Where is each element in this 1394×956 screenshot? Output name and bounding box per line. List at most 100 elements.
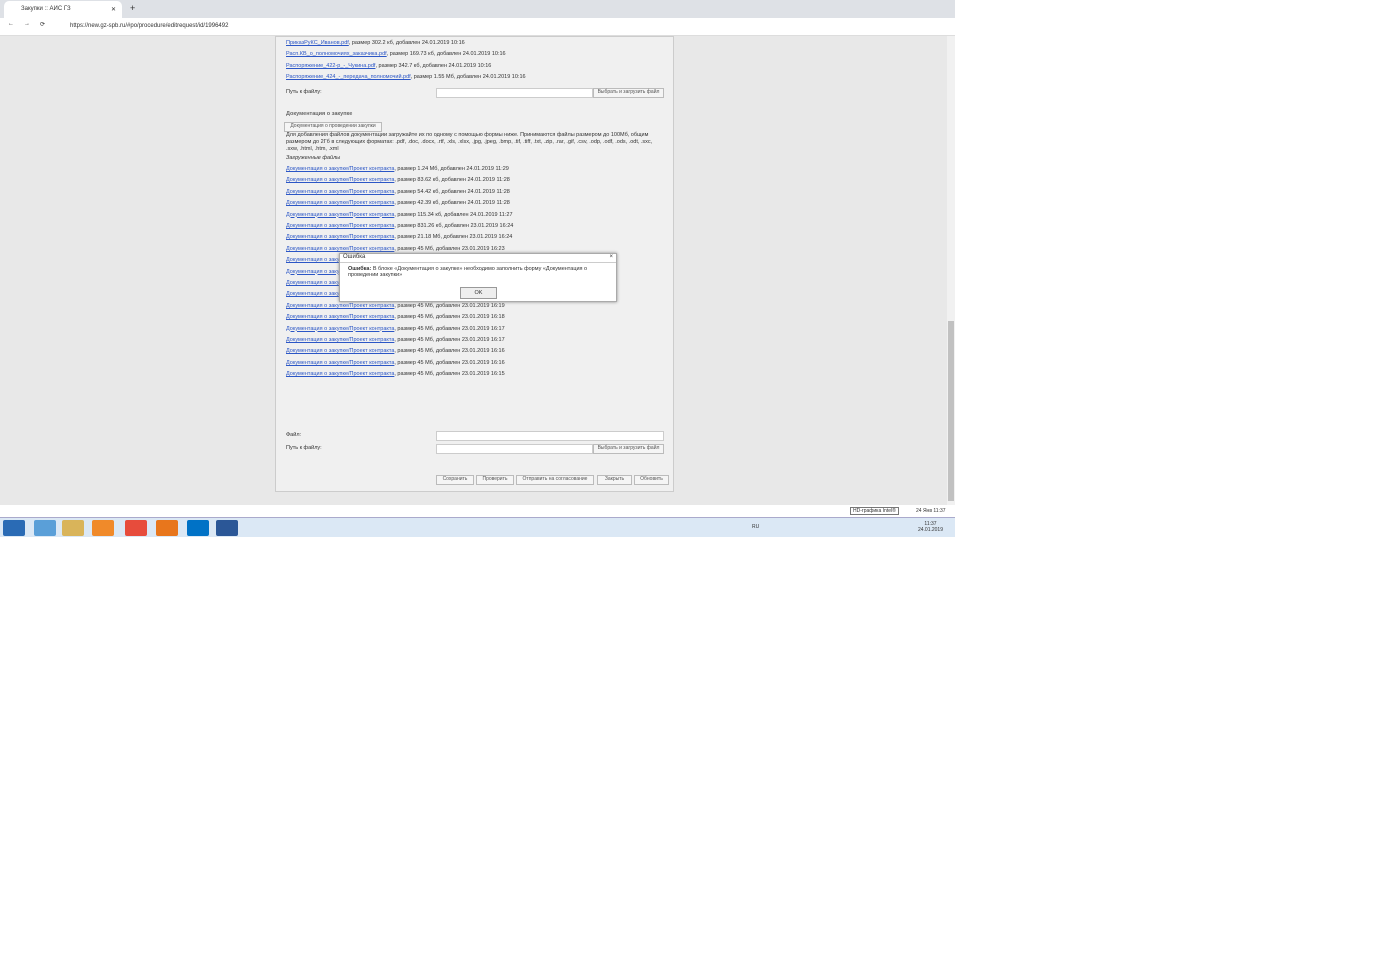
path-label-2: Путь к файлу: [286, 445, 322, 451]
doc-link[interactable]: Документация о закупке/Проект контракта [286, 234, 394, 240]
outlook-icon[interactable] [187, 520, 209, 536]
doc-meta: , размер 831.26 кб, добавлен 23.01.2019 … [394, 223, 514, 229]
doc-row: Документация о закупке/Проект контракта,… [286, 177, 510, 183]
dialog-title: Ошибка [343, 254, 366, 260]
doc-row: Документация о закупке/Проект контракта,… [286, 337, 505, 343]
action-button-4[interactable]: Обновить [634, 475, 669, 485]
doc-link[interactable]: Документация о закупке/Проект контракта [286, 177, 394, 183]
media-player-icon[interactable] [92, 520, 114, 536]
doc-row: Документация о закупке/Проект контракта,… [286, 223, 513, 229]
doc-link[interactable]: Документация о закупке/Проект контракта [286, 200, 394, 206]
section-title: Документация о закупке [286, 111, 353, 117]
doc-meta: , размер 45 Мб, добавлен 23.01.2019 16:2… [394, 245, 505, 252]
back-icon[interactable]: ← [8, 21, 14, 27]
clock-date: 24.01.2019 [917, 527, 943, 533]
start-button[interactable] [3, 520, 25, 536]
vertical-scrollbar[interactable] [947, 36, 955, 505]
file-row: ПриказРуКС_Иванов.pdf, размер 302.2 кб, … [286, 40, 465, 46]
doc-meta: , размер 45 Мб, добавлен 23.01.2019 16:1… [394, 314, 505, 321]
doc-row: Документация о закупке/Проект контракта,… [286, 246, 505, 252]
doc-row: Документация о закупке/Проект контракта,… [286, 166, 509, 172]
language-indicator[interactable]: RU [752, 524, 759, 530]
active-tab[interactable]: Закупки :: АИС ГЗ ✕ [4, 1, 122, 18]
path-input-2[interactable] [436, 444, 593, 454]
file-link[interactable]: ПриказРуКС_Иванов.pdf [286, 40, 349, 46]
hint-text: Для добавления файлов документации загру… [286, 132, 653, 152]
file-link[interactable]: Распоряжение_422-р_-_Чукина.pdf [286, 63, 375, 69]
doc-link[interactable]: Документация о закупке/Проект контракта [286, 303, 394, 309]
browser-window: Закупки :: АИС ГЗ ✕ + ← → ⟳ https://new.… [0, 0, 955, 537]
action-button-2[interactable]: Отправить на согласование [516, 475, 594, 485]
doc-row: Документация о закупке/Проект контракта,… [286, 326, 505, 332]
file-link[interactable]: Распоряжение_424_-_передача_полномочий.p… [286, 74, 411, 80]
doc-link[interactable]: Документация о закупке/Проект контракта [286, 189, 394, 195]
doc-row: Документация о закупке/Проект контракта,… [286, 314, 505, 320]
doc-row: Документация о закупке/Проект контракта,… [286, 348, 505, 354]
doc-meta: , размер 45 Мб, добавлен 23.01.2019 16:1… [394, 302, 505, 309]
doc-row: Документация о закупке/Проект контракта,… [286, 200, 510, 206]
word-icon[interactable] [216, 520, 238, 536]
doc-row: Документация о закупке/Проект контракта,… [286, 189, 510, 195]
file-meta: , размер 1.55 Мб, добавлен 24.01.2019 10… [410, 74, 526, 81]
tab-bar: Закупки :: АИС ГЗ ✕ + [0, 0, 955, 18]
doc-meta: , размер 45 Мб, добавлен 23.01.2019 16:1… [394, 337, 505, 343]
path-input[interactable] [436, 88, 593, 98]
firefox-icon[interactable] [156, 520, 178, 536]
reload-icon[interactable]: ⟳ [40, 21, 45, 28]
doc-row: Документация о закупке/Проект контракта,… [286, 212, 513, 218]
doc-meta: , размер 45 Мб, добавлен 23.01.2019 16:1… [394, 371, 505, 378]
path-label: Путь к файлу: [286, 89, 322, 95]
dialog-header: Ошибка × [340, 254, 616, 263]
file-row: Распоряжение_422-р_-_Чукина.pdf, размер … [286, 63, 491, 69]
file-meta: , размер 342.7 кб, добавлен 24.01.2019 1… [375, 62, 492, 69]
doc-link[interactable]: Документация о закупке/Проект контракта [286, 166, 394, 172]
doc-row: Документация о закупке/Проект контракта,… [286, 234, 512, 240]
doc-meta: , размер 45 Мб, добавлен 23.01.2019 16:1… [394, 359, 505, 366]
ie-icon[interactable] [34, 520, 56, 536]
error-text: В блоке «Документация о закупке» необход… [348, 266, 588, 278]
doc-link[interactable]: Документация о закупке/Проект контракта [286, 314, 394, 320]
doc-link[interactable]: Документация о закупке/Проект контракта [286, 246, 394, 252]
action-button-3[interactable]: Закрыть [597, 475, 632, 485]
action-button-0[interactable]: Сохранить [436, 475, 474, 485]
ok-button[interactable]: OK [460, 287, 497, 299]
close-tab-icon[interactable]: ✕ [111, 6, 116, 13]
file-link[interactable]: Расп.КВ_о_полномочиях_заказчика.pdf [286, 51, 387, 57]
address-bar: ← → ⟳ https://new.gz-spb.ru/#po/procedur… [0, 18, 955, 36]
status-bar: HD-графика Intel® 24 Янв 11:37 [0, 505, 955, 517]
doc-link[interactable]: Документация о закупке/Проект контракта [286, 223, 394, 229]
doc-link[interactable]: Документация о закупке/Проект контракта [286, 337, 394, 343]
doc-link[interactable]: Документация о закупке/Проект контракта [286, 326, 394, 332]
clock[interactable]: 11:37 24.01.2019 [918, 521, 943, 533]
doc-link[interactable]: Документация о закупке/Проект контракта [286, 360, 394, 366]
doc-form-button[interactable]: Документация о проведении закупки [284, 122, 382, 132]
doc-meta: , размер 54.42 кб, добавлен 24.01.2019 1… [394, 188, 510, 195]
scroll-thumb[interactable] [948, 321, 954, 501]
doc-meta: , размер 45 Мб, добавлен 23.01.2019 16:1… [394, 348, 505, 355]
explorer-icon[interactable] [62, 520, 84, 536]
doc-link[interactable]: Документация о закупке/Проект контракта [286, 371, 394, 377]
doc-link[interactable]: Документация о закупке/Проект контракта [286, 348, 394, 354]
doc-meta: , размер 83.62 кб, добавлен 24.01.2019 1… [394, 177, 510, 184]
upload-button[interactable]: Выбрать и загрузить файл [593, 88, 664, 98]
tooltip: HD-графика Intel® [850, 507, 899, 515]
doc-meta: , размер 21.18 Мб, добавлен 23.01.2019 1… [394, 234, 513, 241]
dialog-message: Ошибка: В блоке «Документация о закупке»… [340, 263, 616, 281]
url-input[interactable]: https://new.gz-spb.ru/#po/procedure/edit… [70, 23, 228, 29]
file-meta: , размер 302.2 кб, добавлен 24.01.2019 1… [348, 40, 465, 46]
doc-row: Документация о закупке/Проект контракта,… [286, 371, 505, 377]
file-meta: , размер 169.73 кб, добавлен 24.01.2019 … [386, 51, 506, 58]
new-tab-button[interactable]: + [130, 3, 135, 13]
file-select[interactable] [436, 431, 664, 441]
action-button-1[interactable]: Проверить [476, 475, 514, 485]
taskbar: RU 11:37 24.01.2019 [0, 517, 955, 537]
doc-row: Документация о закупке/Проект контракта,… [286, 303, 505, 309]
upload-button-2[interactable]: Выбрать и загрузить файл [593, 444, 664, 454]
chrome-icon[interactable] [125, 520, 147, 536]
doc-meta: , размер 1.24 Мб, добавлен 24.01.2019 11… [394, 166, 509, 172]
close-icon[interactable]: × [609, 254, 613, 260]
doc-link[interactable]: Документация о закупке/Проект контракта [286, 212, 394, 218]
doc-meta: , размер 115.34 кб, добавлен 24.01.2019 … [394, 211, 513, 218]
uploaded-label: Загруженные файлы [286, 155, 341, 161]
forward-icon[interactable]: → [24, 21, 30, 27]
